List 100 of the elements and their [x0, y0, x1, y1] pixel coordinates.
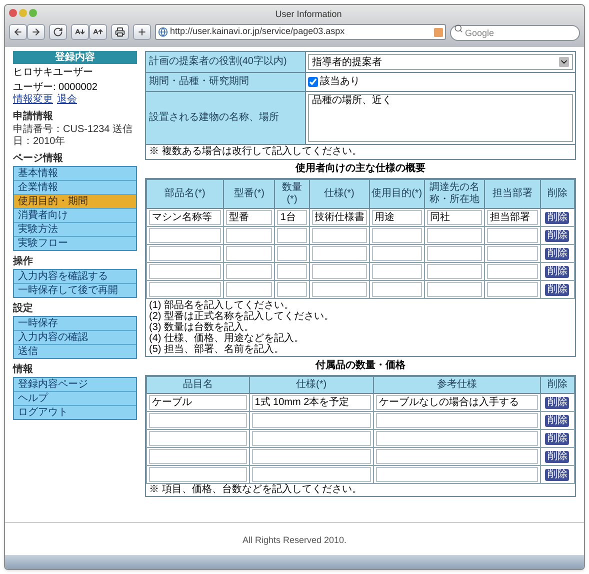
delete-button[interactable]: 削除 [545, 212, 570, 224]
table-input[interactable]: ケーブル [149, 395, 247, 410]
table-input[interactable] [226, 282, 272, 297]
table-input[interactable] [376, 413, 538, 428]
sidebar-item[interactable]: 一時保存 [14, 317, 136, 331]
column-header: 仕様(*) [309, 180, 370, 208]
table-input[interactable] [149, 228, 222, 243]
table-input[interactable] [427, 246, 482, 261]
table-input[interactable] [312, 246, 367, 261]
table-input[interactable] [277, 246, 307, 261]
plus-icon [137, 27, 147, 37]
sidebar-item[interactable]: 一時保存して後で再開 [14, 284, 136, 297]
table-input[interactable] [372, 282, 422, 297]
table-input[interactable] [149, 449, 247, 464]
table-input[interactable] [487, 228, 538, 243]
table-input[interactable] [149, 431, 247, 446]
delete-button[interactable]: 削除 [545, 469, 570, 481]
table-input[interactable] [427, 228, 482, 243]
table-input[interactable] [312, 264, 367, 279]
table-input[interactable] [376, 467, 538, 482]
sidebar-header: 登録内容 [13, 51, 137, 64]
delete-button[interactable]: 削除 [545, 284, 570, 296]
table-input[interactable] [149, 282, 222, 297]
table-note: (4) 仕様、価格、用途などを記入。 [149, 333, 305, 344]
sidebar-item[interactable]: 登録内容ページ [14, 378, 136, 392]
sidebar-item[interactable]: 送信 [14, 345, 136, 358]
table-input[interactable] [252, 449, 371, 464]
text-smaller-button[interactable] [71, 24, 89, 40]
delete-button[interactable]: 削除 [545, 248, 570, 260]
table-input[interactable] [226, 246, 272, 261]
table-input[interactable] [149, 264, 222, 279]
table-input[interactable] [487, 264, 538, 279]
table-input[interactable] [277, 282, 307, 297]
table-input[interactable]: ケーブルなしの場合は入手する [376, 395, 538, 410]
new-tab-button[interactable] [133, 24, 151, 40]
search-field[interactable]: Google [450, 25, 580, 41]
table-input[interactable] [277, 228, 307, 243]
text-larger-button[interactable] [89, 24, 107, 40]
table-input[interactable] [376, 431, 538, 446]
zoom-icon[interactable] [29, 8, 37, 16]
user-link[interactable]: 情報変更 [13, 94, 53, 106]
sidebar-item[interactable]: 消費者向け [14, 209, 136, 223]
print-button[interactable] [111, 24, 129, 40]
feed-icon[interactable] [434, 28, 443, 36]
table-input[interactable]: 型番 [226, 210, 272, 225]
delete-button[interactable]: 削除 [545, 397, 570, 409]
sidebar-item[interactable]: ヘルプ [14, 392, 136, 406]
minimize-icon[interactable] [19, 8, 27, 16]
column-header: 部品名(*) [146, 180, 224, 208]
user-link[interactable]: 退会 [57, 94, 77, 106]
table-input[interactable] [149, 467, 247, 482]
delete-button[interactable]: 削除 [545, 433, 570, 445]
checkbox[interactable] [308, 77, 318, 87]
table-input[interactable] [427, 264, 482, 279]
sidebar-item[interactable]: 使用目的・期間 [14, 195, 136, 209]
checkbox-option[interactable]: 該当あり [308, 75, 573, 89]
table-input[interactable] [427, 282, 482, 297]
table-title: 使用者向けの主な仕様の概要 [294, 163, 426, 175]
sidebar-item[interactable]: 実験フロー [14, 237, 136, 250]
table-input[interactable] [252, 413, 371, 428]
back-button[interactable] [9, 24, 27, 40]
table-input[interactable] [372, 246, 422, 261]
sidebar-item[interactable]: 入力内容を確認する [14, 270, 136, 284]
textarea-field[interactable]: 品種の場所、近く [308, 94, 573, 142]
close-icon[interactable] [9, 8, 17, 16]
table-input[interactable]: マシン名称等 [149, 210, 222, 225]
table-input[interactable] [312, 282, 367, 297]
forward-button[interactable] [27, 24, 45, 40]
table-input[interactable]: 担当部署 [487, 210, 538, 225]
sidebar-item[interactable]: 実験方法 [14, 223, 136, 237]
table-input[interactable] [372, 264, 422, 279]
sidebar-item[interactable]: ログアウト [14, 406, 136, 419]
table-input[interactable]: 用途 [372, 210, 422, 225]
table-input[interactable]: 1式 10mm 2本を予定 [252, 395, 371, 410]
sidebar-item[interactable]: 入力内容の確認 [14, 331, 136, 345]
select-field[interactable]: 指導者的提案者 [308, 54, 573, 70]
table-input[interactable] [277, 264, 307, 279]
table-input[interactable] [226, 228, 272, 243]
window-title: User Information [275, 8, 342, 18]
reload-button[interactable] [49, 24, 67, 40]
table-input[interactable]: 同社 [427, 210, 482, 225]
table-input[interactable] [487, 282, 538, 297]
table-input[interactable] [376, 449, 538, 464]
table-input[interactable] [149, 246, 222, 261]
table-input[interactable] [312, 228, 367, 243]
footer-text: All Rights Reserved 2010. [242, 535, 347, 545]
address-field[interactable]: http://user.kainavi.or.jp/service/page03.aspx [155, 24, 446, 40]
table-input[interactable] [252, 431, 371, 446]
delete-button[interactable]: 削除 [545, 415, 570, 427]
table-input[interactable]: 1台 [277, 210, 307, 225]
delete-button[interactable]: 削除 [545, 266, 570, 278]
column-header: 担当部署 [484, 180, 540, 208]
table-input[interactable] [252, 467, 371, 482]
delete-button[interactable]: 削除 [545, 451, 570, 463]
table-input[interactable] [372, 228, 422, 243]
table-input[interactable] [226, 264, 272, 279]
table-input[interactable] [149, 413, 247, 428]
sidebar-item[interactable]: 基本情報 [14, 167, 136, 181]
delete-button[interactable]: 削除 [545, 230, 570, 242]
table-input[interactable] [487, 246, 538, 261]
